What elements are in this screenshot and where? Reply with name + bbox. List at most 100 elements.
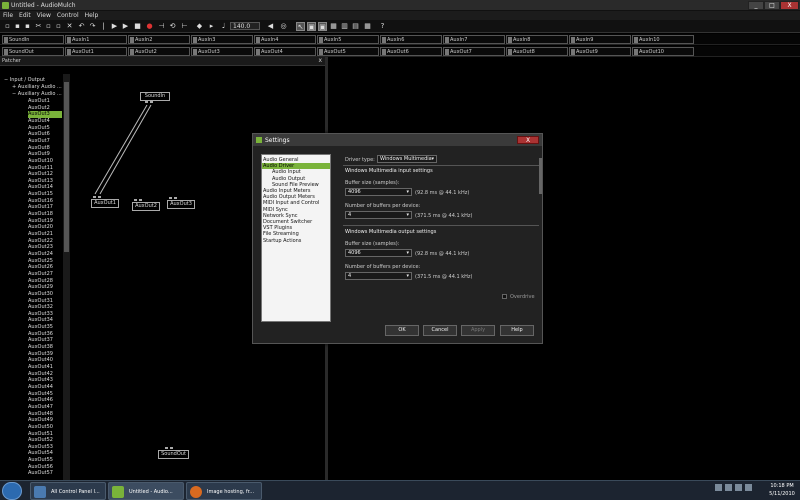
open-icon[interactable]: ▪ [13, 22, 22, 31]
level-meter[interactable]: AuxIn10 [632, 35, 694, 44]
task-audiomulch[interactable]: Untitled - Audio... [108, 482, 184, 500]
patcher-close-icon[interactable]: x [318, 57, 322, 64]
level-meter[interactable]: SoundOut [2, 47, 64, 56]
meter-knob[interactable] [193, 37, 197, 43]
level-meter[interactable]: AuxOut4 [254, 47, 316, 56]
level-meter[interactable]: AuxIn3 [191, 35, 253, 44]
apply-button[interactable]: Apply [461, 325, 495, 336]
output-port[interactable] [150, 101, 153, 103]
output-buffers-select[interactable]: 4 ▾ [345, 272, 412, 280]
close-button[interactable]: X [780, 1, 799, 10]
meter-knob[interactable] [508, 37, 512, 43]
settings-nav-item[interactable]: Audio Output Meters [262, 194, 315, 200]
minimize-button[interactable]: _ [748, 1, 764, 10]
redo-icon[interactable]: ↷ [88, 22, 97, 31]
marker-icon[interactable]: ⊢ [180, 22, 189, 31]
tree-scrollbar[interactable] [63, 74, 70, 480]
input-buffer-size-select[interactable]: 4096 ▾ [345, 188, 412, 196]
tray-arrow-icon[interactable] [715, 484, 722, 491]
meter-knob[interactable] [382, 37, 386, 43]
start-button[interactable] [2, 482, 22, 500]
level-meter[interactable]: AuxIn8 [506, 35, 568, 44]
flag-icon[interactable] [745, 484, 752, 491]
level-meter[interactable]: AuxIn5 [317, 35, 379, 44]
stop-icon[interactable]: ■ [133, 22, 142, 31]
undo-icon[interactable]: ↶ [77, 22, 86, 31]
level-meter[interactable]: SoundIn [2, 35, 64, 44]
meter-knob[interactable] [445, 37, 449, 43]
module-auxout1[interactable]: AuxOut1 [91, 199, 119, 208]
meter-knob[interactable] [67, 49, 71, 55]
menu-file[interactable]: File [0, 11, 16, 20]
cancel-button[interactable]: Cancel [423, 325, 457, 336]
settings-nav-item[interactable]: Audio General [262, 157, 299, 163]
tempo-field[interactable]: 140.0 [230, 22, 260, 30]
view-d-icon[interactable]: ▥ [340, 22, 349, 31]
meter-knob[interactable] [256, 37, 260, 43]
level-meter[interactable]: AuxIn6 [380, 35, 442, 44]
task-firefox[interactable]: Image hosting, fr... [186, 482, 262, 500]
level-meter[interactable]: AuxIn2 [128, 35, 190, 44]
delete-icon[interactable]: ✕ [65, 22, 74, 31]
new-icon[interactable]: ▫ [3, 22, 12, 31]
input-port[interactable] [174, 197, 177, 199]
settings-nav-item[interactable]: Audio Driver [262, 163, 330, 170]
meter-knob[interactable] [4, 37, 8, 43]
settings-nav-item[interactable]: Audio Input Meters [262, 188, 310, 194]
cut-icon[interactable]: ✂ [34, 22, 43, 31]
meter-knob[interactable] [193, 49, 197, 55]
help-icon[interactable]: ? [378, 22, 387, 31]
network-icon[interactable] [725, 484, 732, 491]
settings-nav-item[interactable]: Document Switcher [262, 219, 312, 225]
module-auxout3[interactable]: AuxOut3 [167, 200, 195, 209]
input-buffers-select[interactable]: 4 ▾ [345, 211, 412, 219]
patch-cable[interactable] [94, 104, 148, 195]
tree-parent-aux2[interactable]: − Auxiliary Audio ... [12, 91, 62, 98]
input-port[interactable] [98, 196, 101, 198]
input-port[interactable] [169, 197, 172, 199]
settings-nav-item[interactable]: Sound File Preview [262, 182, 319, 188]
view-f-icon[interactable]: ▦ [363, 22, 372, 31]
menu-help[interactable]: Help [82, 11, 102, 20]
sync-icon[interactable]: ▸ [207, 22, 216, 31]
settings-nav-item[interactable]: VST Plugins [262, 225, 292, 231]
level-meter[interactable]: AuxOut9 [569, 47, 631, 56]
dialog-close-button[interactable]: X [517, 136, 539, 144]
module-soundout[interactable]: SoundOut [158, 450, 189, 459]
level-meter[interactable]: AuxIn4 [254, 35, 316, 44]
menu-view[interactable]: View [34, 11, 54, 20]
help-button[interactable]: Help [500, 325, 534, 336]
tree-parent-io[interactable]: − Input / Output [4, 77, 45, 84]
module-soundin[interactable]: SoundIn [140, 92, 170, 101]
meter-knob[interactable] [130, 37, 134, 43]
meter-knob[interactable] [508, 49, 512, 55]
tree-scroll-thumb[interactable] [64, 82, 69, 252]
level-meter[interactable]: AuxOut8 [506, 47, 568, 56]
level-meter[interactable]: AuxOut1 [65, 47, 127, 56]
settings-nav-item[interactable]: File Streaming [262, 231, 299, 237]
input-port[interactable] [165, 447, 168, 449]
paste-icon[interactable]: ▫ [54, 22, 63, 31]
loop-start-icon[interactable]: ⊣ [157, 22, 166, 31]
task-control-panel[interactable]: All Control Panel I... [30, 482, 106, 500]
level-meter[interactable]: AuxOut2 [128, 47, 190, 56]
level-meter[interactable]: AuxOut5 [317, 47, 379, 56]
settings-nav-item[interactable]: MIDI Input and Control [262, 200, 319, 206]
volume-icon[interactable] [735, 484, 742, 491]
record-icon[interactable]: ● [145, 22, 154, 31]
input-port[interactable] [134, 199, 137, 201]
meter-knob[interactable] [67, 37, 71, 43]
level-meter[interactable]: AuxOut7 [443, 47, 505, 56]
meter-knob[interactable] [130, 49, 134, 55]
ok-button[interactable]: OK [385, 325, 419, 336]
level-meter[interactable]: AuxOut10 [632, 47, 694, 56]
level-meter[interactable]: AuxOut3 [191, 47, 253, 56]
prev-icon[interactable]: | [99, 22, 108, 31]
output-port[interactable] [145, 101, 148, 103]
level-meter[interactable]: AuxIn9 [569, 35, 631, 44]
meter-knob[interactable] [382, 49, 386, 55]
level-meter[interactable]: AuxOut6 [380, 47, 442, 56]
globe-icon[interactable]: ◎ [279, 22, 288, 31]
driver-type-select[interactable]: Windows Multimedia ▾ [377, 155, 437, 163]
output-buffer-size-select[interactable]: 4096 ▾ [345, 249, 412, 257]
